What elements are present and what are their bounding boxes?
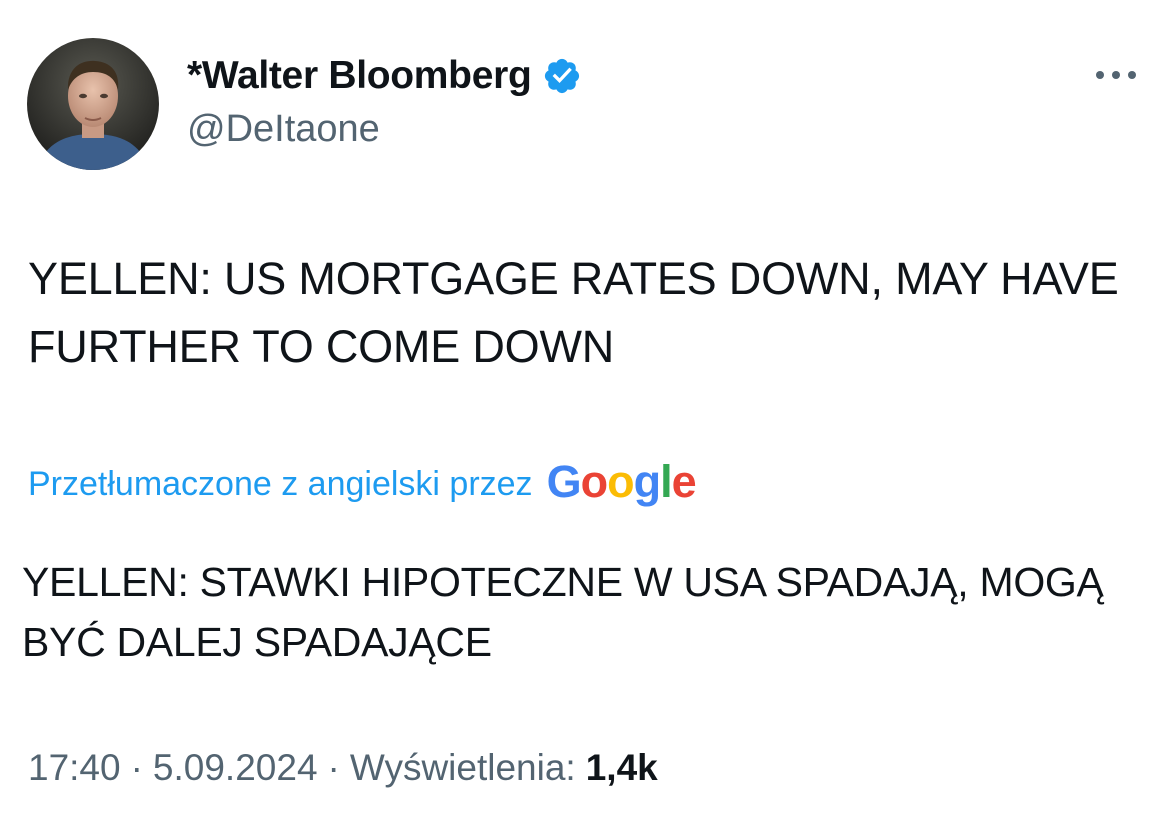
author-handle[interactable]: @DeItaone <box>187 108 380 151</box>
author-row: *Walter Bloomberg <box>187 52 582 100</box>
google-letter: l <box>660 455 672 507</box>
views-label: Wyświetlenia: <box>349 747 576 788</box>
meta-separator: · <box>130 747 143 788</box>
google-letter: e <box>671 455 697 507</box>
google-logo: Google <box>546 455 697 507</box>
google-letter: o <box>607 455 634 507</box>
google-letter: o <box>580 455 608 507</box>
views-count: 1,4k <box>585 747 658 788</box>
tweet-date[interactable]: 5.09.2024 <box>153 747 318 789</box>
more-options-icon[interactable] <box>1093 62 1139 88</box>
translation-label[interactable]: Przetłumaczone z angielski przez <box>28 465 533 504</box>
tweet-text: YELLEN: US MORTGAGE RATES DOWN, MAY HAVE… <box>28 253 1119 372</box>
avatar-photo <box>27 38 159 170</box>
google-letter: G <box>546 455 582 507</box>
verified-badge-icon[interactable] <box>542 56 582 96</box>
tweet-metadata: 17:40 · 5.09.2024 · Wyświetlenia: 1,4k <box>28 740 658 796</box>
avatar[interactable] <box>27 38 159 170</box>
tweet-time[interactable]: 17:40 <box>28 747 121 789</box>
translated-tweet-text: YELLEN: STAWKI HIPOTECZNE W USA SPADAJĄ,… <box>22 559 1104 665</box>
author-display-name[interactable]: *Walter Bloomberg <box>187 54 532 98</box>
tweet-card: *Walter Bloomberg @DeItaone YELLEN: US M… <box>0 0 1170 818</box>
google-letter: g <box>633 455 661 507</box>
translation-attribution: Przetłumaczone z angielski przez Google <box>28 455 697 513</box>
meta-separator: · <box>327 747 340 788</box>
